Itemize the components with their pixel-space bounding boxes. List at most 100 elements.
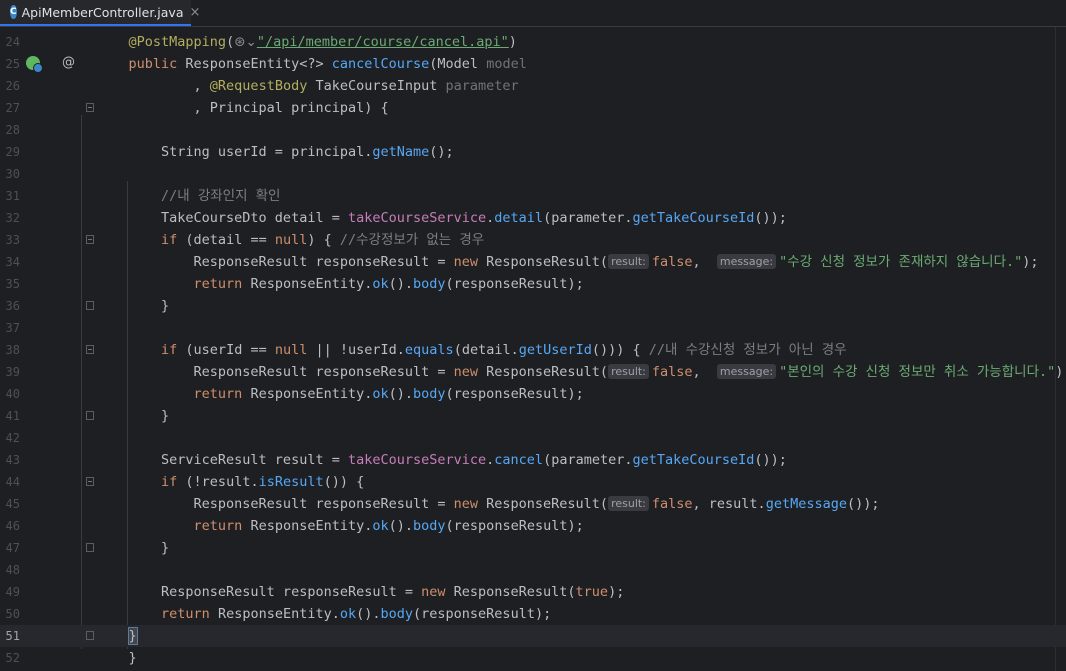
code-text[interactable]: if (userId == null || !userId.equals(det…	[96, 339, 847, 361]
code-line[interactable]: 39 ResponseResult responseResult = new R…	[0, 361, 1066, 383]
code-text[interactable]: return ResponseEntity.ok().body(response…	[96, 515, 584, 537]
code-text[interactable]: ResponseResult responseResult = new Resp…	[96, 251, 1039, 273]
code-text[interactable]: }	[96, 295, 169, 317]
fold-collapse-icon[interactable]	[86, 477, 94, 486]
line-number[interactable]: 28	[0, 119, 20, 141]
line-number[interactable]: 26	[0, 75, 20, 97]
code-text[interactable]: ResponseResult responseResult = new Resp…	[96, 361, 1066, 383]
line-number[interactable]: 50	[0, 603, 20, 625]
code-line[interactable]: 28	[0, 119, 1066, 141]
code-text[interactable]: ServiceResult result = takeCourseService…	[96, 449, 787, 471]
line-number[interactable]: 46	[0, 515, 20, 537]
line-number[interactable]: 52	[0, 647, 20, 669]
code-text[interactable]	[96, 427, 129, 449]
code-line[interactable]: 36 }	[0, 295, 1066, 317]
line-number[interactable]: 51	[0, 625, 20, 647]
code-line[interactable]: 31 //내 강좌인지 확인	[0, 185, 1066, 207]
fold-end-icon[interactable]	[86, 631, 94, 640]
code-line[interactable]: 25 public ResponseEntity<?> cancelCourse…	[0, 53, 1066, 75]
line-number[interactable]: 44	[0, 471, 20, 493]
code-text[interactable]: String userId = principal.getName();	[96, 141, 454, 163]
code-line[interactable]: 44 if (!result.isResult()) {	[0, 471, 1066, 493]
code-text[interactable]: if (detail == null) { //수강정보가 없는 경우	[96, 229, 484, 251]
code-line[interactable]: 45 ResponseResult responseResult = new R…	[0, 493, 1066, 515]
line-number[interactable]: 30	[0, 163, 20, 185]
code-line[interactable]: 49 ResponseResult responseResult = new R…	[0, 581, 1066, 603]
fold-end-icon[interactable]	[86, 543, 94, 552]
line-number[interactable]: 32	[0, 207, 20, 229]
code-line[interactable]: 37	[0, 317, 1066, 339]
line-number[interactable]: 27	[0, 97, 20, 119]
code-text[interactable]: //내 강좌인지 확인	[96, 185, 280, 207]
code-line[interactable]: 32 TakeCourseDto detail = takeCourseServ…	[0, 207, 1066, 229]
code-text[interactable]	[96, 559, 129, 581]
code-line[interactable]: 42	[0, 427, 1066, 449]
code-text[interactable]: TakeCourseDto detail = takeCourseService…	[96, 207, 787, 229]
code-line[interactable]: 34 ResponseResult responseResult = new R…	[0, 251, 1066, 273]
code-line[interactable]: 29 String userId = principal.getName();	[0, 141, 1066, 163]
line-number[interactable]: 36	[0, 295, 20, 317]
line-number[interactable]: 35	[0, 273, 20, 295]
code-line[interactable]: 35 return ResponseEntity.ok().body(respo…	[0, 273, 1066, 295]
code-line[interactable]: 47 }	[0, 537, 1066, 559]
tab-label: ApiMemberController.java	[21, 4, 184, 20]
code-line[interactable]: 41 }	[0, 405, 1066, 427]
code-text[interactable]	[96, 163, 129, 185]
code-text[interactable]: return ResponseEntity.ok().body(response…	[96, 273, 584, 295]
line-number[interactable]: 29	[0, 141, 20, 163]
code-line[interactable]: 48	[0, 559, 1066, 581]
line-number[interactable]: 31	[0, 185, 20, 207]
code-text[interactable]: @PostMapping(⊛⌄"/api/member/course/cance…	[96, 31, 517, 53]
tab-api-member-controller[interactable]: C ApiMemberController.java ×	[0, 0, 200, 26]
code-text[interactable]: , @RequestBody TakeCourseInput parameter	[96, 75, 519, 97]
code-line[interactable]: 51 }	[0, 625, 1066, 647]
code-text[interactable]: }	[96, 537, 169, 559]
line-number[interactable]: 47	[0, 537, 20, 559]
code-text[interactable]: , Principal principal) {	[96, 97, 389, 119]
line-number[interactable]: 25	[0, 53, 20, 75]
code-text[interactable]: }	[96, 405, 169, 427]
line-number[interactable]: 40	[0, 383, 20, 405]
line-number[interactable]: 34	[0, 251, 20, 273]
code-line[interactable]: 26 , @RequestBody TakeCourseInput parame…	[0, 75, 1066, 97]
editor-tab-bar: C ApiMemberController.java ×	[0, 0, 1066, 27]
line-number[interactable]: 38	[0, 339, 20, 361]
line-number[interactable]: 39	[0, 361, 20, 383]
code-line[interactable]: 30	[0, 163, 1066, 185]
code-text[interactable]	[96, 317, 129, 339]
line-number[interactable]: 33	[0, 229, 20, 251]
code-line[interactable]: 50 return ResponseEntity.ok().body(respo…	[0, 603, 1066, 625]
line-number[interactable]: 42	[0, 427, 20, 449]
code-line[interactable]: 40 return ResponseEntity.ok().body(respo…	[0, 383, 1066, 405]
fold-end-icon[interactable]	[86, 411, 94, 420]
line-number[interactable]: 43	[0, 449, 20, 471]
code-line[interactable]: 24 @PostMapping(⊛⌄"/api/member/course/ca…	[0, 31, 1066, 53]
code-text[interactable]: }	[96, 647, 137, 669]
line-number[interactable]: 41	[0, 405, 20, 427]
line-number[interactable]: 49	[0, 581, 20, 603]
fold-end-icon[interactable]	[86, 301, 94, 310]
fold-collapse-icon[interactable]	[86, 235, 94, 244]
close-icon[interactable]: ×	[190, 5, 201, 20]
code-line[interactable]: 27 , Principal principal) {	[0, 97, 1066, 119]
code-text[interactable]: ResponseResult responseResult = new Resp…	[96, 493, 879, 515]
line-number[interactable]: 45	[0, 493, 20, 515]
code-editor[interactable]: @ 24 @PostMapping(⊛⌄"/api/member/course/…	[0, 27, 1066, 671]
code-line[interactable]: 33 if (detail == null) { //수강정보가 없는 경우	[0, 229, 1066, 251]
fold-collapse-icon[interactable]	[86, 345, 94, 354]
code-line[interactable]: 46 return ResponseEntity.ok().body(respo…	[0, 515, 1066, 537]
code-text[interactable]: public ResponseEntity<?> cancelCourse(Mo…	[96, 53, 527, 75]
code-line[interactable]: 38 if (userId == null || !userId.equals(…	[0, 339, 1066, 361]
code-text[interactable]	[96, 119, 129, 141]
line-number[interactable]: 37	[0, 317, 20, 339]
code-text[interactable]: if (!result.isResult()) {	[96, 471, 364, 493]
code-text[interactable]: ResponseResult responseResult = new Resp…	[96, 581, 624, 603]
code-line[interactable]: 52 }	[0, 647, 1066, 669]
code-text[interactable]: return ResponseEntity.ok().body(response…	[96, 383, 584, 405]
code-line[interactable]: 43 ServiceResult result = takeCourseServ…	[0, 449, 1066, 471]
fold-collapse-icon[interactable]	[86, 103, 94, 112]
code-text[interactable]: return ResponseEntity.ok().body(response…	[96, 603, 551, 625]
line-number[interactable]: 48	[0, 559, 20, 581]
line-number[interactable]: 24	[0, 31, 20, 53]
code-text[interactable]: }	[96, 625, 138, 647]
